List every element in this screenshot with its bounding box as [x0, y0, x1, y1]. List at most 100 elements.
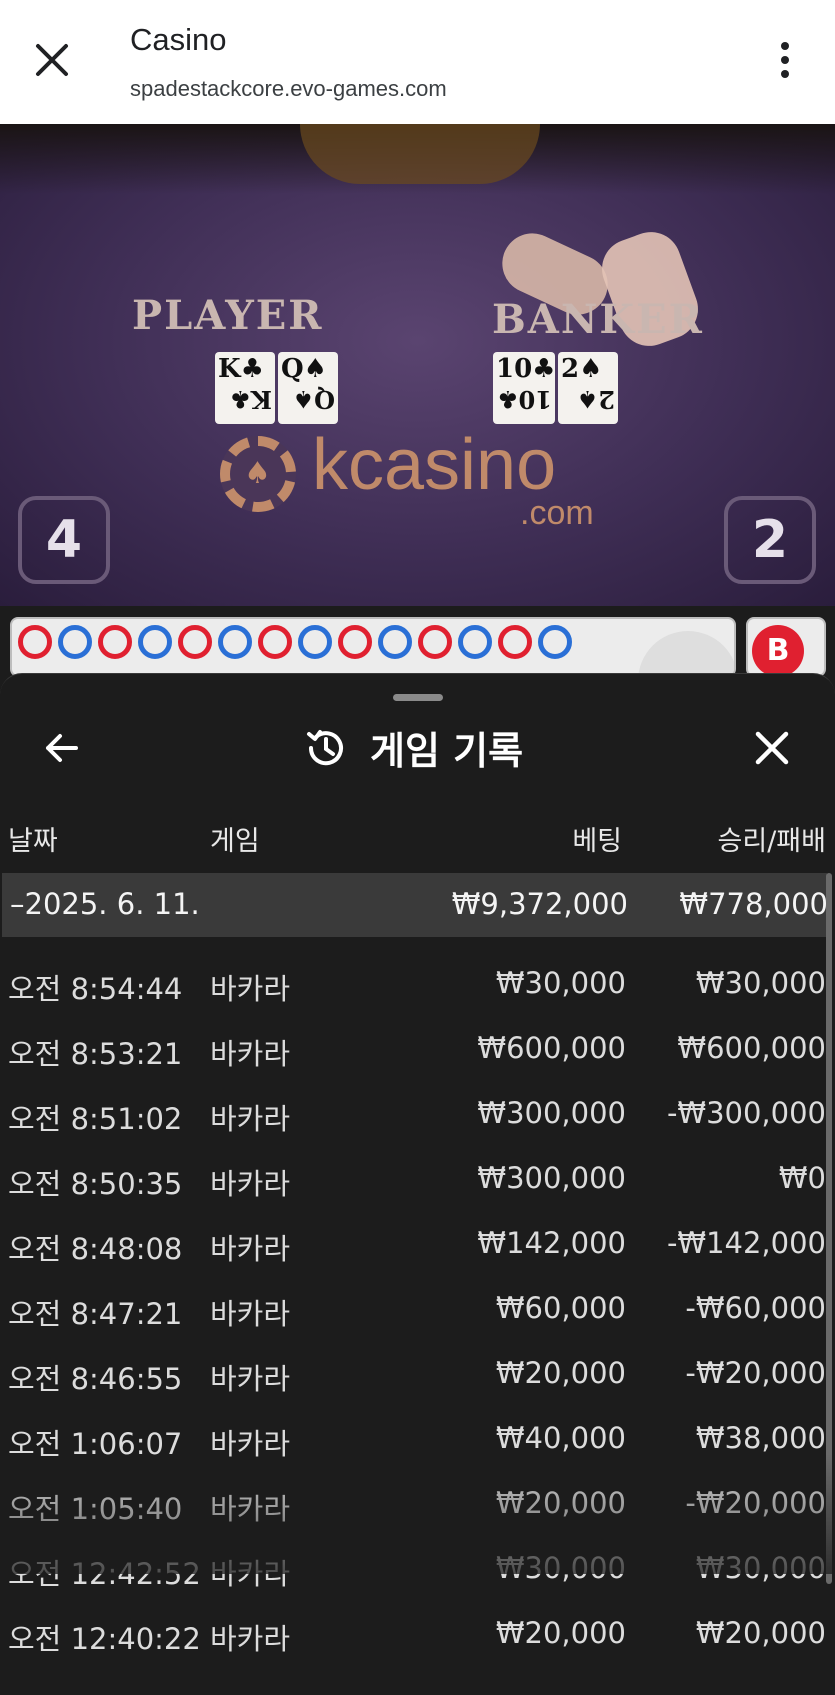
player-card: Q♠ Q♠: [278, 352, 338, 424]
banker-card: 10♣ 10♣: [493, 352, 556, 424]
row-bet: ₩20,000: [495, 1356, 626, 1390]
row-winloss: -₩142,000: [666, 1226, 826, 1260]
browser-toolbar: Casino spadestackcore.evo-games.com: [0, 0, 835, 124]
bead-red: [498, 625, 532, 659]
history-icon: [307, 730, 343, 766]
row-game: 바카라: [210, 1622, 291, 1656]
history-row[interactable]: 오전 8:53:21 바카라 ₩600,000 ₩600,000: [0, 1031, 826, 1081]
row-game: 바카라: [210, 1492, 291, 1526]
history-row[interactable]: 오전 12:42:52 바카라 ₩30,000 ₩30,000: [0, 1551, 826, 1601]
row-bet: ₩60,000: [495, 1291, 626, 1325]
casino-chip-icon: ♠: [220, 436, 296, 512]
live-video[interactable]: PLAYER BANKER K♣ K♣ Q♠ Q♠ 10♣ 10♣ 2♠ 2♠ ♠ kc…: [0, 124, 835, 606]
row-bet: ₩30,000: [495, 966, 626, 1000]
expand-roadmap-button[interactable]: [638, 631, 734, 675]
row-time: 오전 8:48:08: [8, 1232, 183, 1266]
row-time: 오전 8:46:55: [8, 1362, 183, 1396]
row-game: 바카라: [210, 1297, 291, 1331]
scrollbar[interactable]: [826, 873, 832, 1584]
row-winloss: -₩60,000: [685, 1291, 826, 1325]
more-options-icon[interactable]: [770, 38, 800, 82]
row-bet: ₩142,000: [477, 1226, 626, 1260]
row-game: 바카라: [210, 1102, 291, 1136]
row-winloss: ₩38,000: [695, 1421, 826, 1455]
sheet-title: 게임 기록: [370, 729, 524, 773]
bead-blue: [58, 625, 92, 659]
history-row[interactable]: 오전 8:50:35 바카라 ₩300,000 ₩0: [0, 1161, 826, 1211]
dealer-sleeve: [300, 124, 540, 184]
banker-score: 2: [724, 496, 816, 584]
player-score: 4: [18, 496, 110, 584]
bead-blue: [138, 625, 172, 659]
row-bet: ₩300,000: [477, 1096, 626, 1130]
row-winloss: ₩30,000: [695, 1551, 826, 1585]
bead-blue: [378, 625, 412, 659]
row-winloss: -₩300,000: [666, 1096, 826, 1130]
bead-blue: [298, 625, 332, 659]
row-time: 오전 8:51:02: [8, 1102, 183, 1136]
row-game: 바카라: [210, 1232, 291, 1266]
row-bet: ₩30,000: [495, 1551, 626, 1585]
column-header-winloss: 승리/패배: [717, 826, 826, 857]
row-time: 오전 12:42:52: [8, 1557, 201, 1591]
row-time: 오전 12:40:22: [8, 1622, 201, 1656]
row-winloss: ₩20,000: [695, 1616, 826, 1650]
history-row[interactable]: 오전 8:54:44 바카라 ₩30,000 ₩30,000: [0, 966, 826, 1016]
row-winloss: ₩0: [778, 1161, 826, 1195]
banker-badge: B: [752, 625, 804, 677]
history-row[interactable]: 오전 12:40:22 바카라 ₩20,000 ₩20,000: [0, 1616, 826, 1666]
row-bet: ₩20,000: [495, 1616, 626, 1650]
row-game: 바카라: [210, 1427, 291, 1461]
row-bet: ₩20,000: [495, 1486, 626, 1520]
group-bet-total: ₩9,372,000: [451, 887, 628, 921]
row-time: 오전 8:50:35: [8, 1167, 183, 1201]
history-row[interactable]: 오전 8:51:02 바카라 ₩300,000 -₩300,000: [0, 1096, 826, 1146]
row-game: 바카라: [210, 1362, 291, 1396]
back-arrow-icon[interactable]: [40, 726, 84, 770]
page-title: Casino: [130, 22, 227, 57]
banker-label: BANKER: [492, 296, 704, 343]
drag-handle[interactable]: [393, 694, 443, 701]
bead-red: [98, 625, 132, 659]
bead-red: [338, 625, 372, 659]
column-header-date: 날짜: [8, 826, 58, 857]
bead-red: [258, 625, 292, 659]
history-row[interactable]: 오전 1:06:07 바카라 ₩40,000 ₩38,000: [0, 1421, 826, 1471]
row-game: 바카라: [210, 972, 291, 1006]
bead-red: [18, 625, 52, 659]
player-label: PLAYER: [132, 292, 324, 339]
row-winloss: -₩20,000: [685, 1486, 826, 1520]
page-url: spadestackcore.evo-games.com: [130, 76, 447, 101]
group-winloss-total: ₩778,000: [679, 887, 828, 921]
history-row[interactable]: 오전 8:47:21 바카라 ₩60,000 -₩60,000: [0, 1291, 826, 1341]
banker-card: 2♠ 2♠: [558, 352, 618, 424]
history-row[interactable]: 오전 1:05:40 바카라 ₩20,000 -₩20,000: [0, 1486, 826, 1536]
row-time: 오전 8:53:21: [8, 1037, 183, 1071]
row-game: 바카라: [210, 1167, 291, 1201]
date-group-row[interactable]: –2025. 6. 11. ₩9,372,000 ₩778,000: [2, 873, 828, 937]
history-row[interactable]: 오전 8:46:55 바카라 ₩20,000 -₩20,000: [0, 1356, 826, 1406]
player-card: K♣ K♣: [215, 352, 275, 424]
row-winloss: ₩30,000: [695, 966, 826, 1000]
close-icon[interactable]: [750, 726, 794, 770]
bead-blue: [218, 625, 252, 659]
bead-red: [418, 625, 452, 659]
row-time: 오전 8:54:44: [8, 972, 183, 1006]
game-history-sheet: 게임 기록 날짜 게임 베팅 승리/패배 –2025. 6. 11. ₩9,37…: [0, 673, 835, 1695]
row-time: 오전 1:05:40: [8, 1492, 183, 1526]
kcasino-logo: ♠ kcasino .com: [220, 424, 640, 534]
bead-blue: [458, 625, 492, 659]
group-date: –2025. 6. 11.: [10, 887, 200, 921]
row-game: 바카라: [210, 1037, 291, 1071]
banker-prediction-button[interactable]: B: [746, 617, 826, 677]
row-winloss: -₩20,000: [685, 1356, 826, 1390]
history-row[interactable]: 오전 8:48:08 바카라 ₩142,000 -₩142,000: [0, 1226, 826, 1276]
row-time: 오전 1:06:07: [8, 1427, 183, 1461]
close-icon[interactable]: [30, 38, 74, 82]
column-header-game: 게임: [210, 826, 260, 857]
bead-road[interactable]: [10, 617, 736, 677]
column-header-bet: 베팅: [572, 826, 622, 857]
row-bet: ₩600,000: [477, 1031, 626, 1065]
row-game: 바카라: [210, 1557, 291, 1591]
row-time: 오전 8:47:21: [8, 1297, 183, 1331]
